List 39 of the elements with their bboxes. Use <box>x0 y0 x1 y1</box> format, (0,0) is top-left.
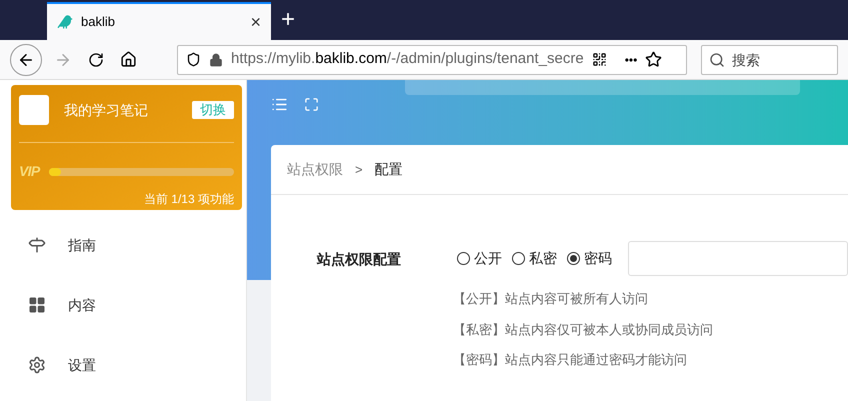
search-field[interactable]: 搜索 <box>701 44 838 74</box>
shield-icon <box>186 52 201 67</box>
breadcrumb-item: 配置 <box>374 160 403 179</box>
nav-item[interactable]: 内容 <box>11 275 242 335</box>
settings-icon <box>28 356 46 374</box>
fullscreen-icon[interactable] <box>304 96 319 112</box>
site-title: 我的学习笔记 <box>64 100 149 120</box>
nav-item[interactable]: 设置 <box>11 335 242 395</box>
reload-icon[interactable] <box>88 52 104 68</box>
more-button[interactable]: ••• <box>624 50 638 68</box>
form-label: 站点权限配置 <box>316 250 402 269</box>
logo-placeholder <box>19 95 49 125</box>
address-bar[interactable]: https://mylib.baklib.com/-/admin/plugins/tenant_secre ••• <box>177 44 687 74</box>
access-note: 【公开】站点内容可被所有人访问 <box>453 290 649 308</box>
nav-item[interactable]: 指南 <box>11 215 242 275</box>
home-icon[interactable] <box>120 51 137 68</box>
radio-option[interactable]: 私密 <box>512 248 557 269</box>
access-note: 【密码】站点内容只能通过密码才能访问 <box>453 351 688 369</box>
breadcrumb-item[interactable]: 站点权限 <box>287 159 343 180</box>
signpost-icon <box>28 236 46 254</box>
grid-icon <box>28 296 46 314</box>
access-note: 【私密】站点内容仅可被本人或协同成员访问 <box>453 320 714 338</box>
tab-title: baklib <box>81 13 116 32</box>
back-button[interactable] <box>10 44 42 76</box>
star-icon[interactable] <box>645 51 662 68</box>
bird-icon <box>57 14 73 30</box>
qr-code-icon[interactable] <box>592 52 607 67</box>
radio-option[interactable]: 公开 <box>457 248 502 269</box>
progress-text: 当前 1/13 项功能 <box>144 191 234 208</box>
breadcrumb-separator: > <box>355 160 363 179</box>
close-button[interactable]: × <box>250 13 261 31</box>
vip-label: VIP <box>19 162 40 181</box>
url-text: https://mylib.baklib.com/-/admin/plugins/tenant_secre <box>231 49 584 70</box>
radio-option[interactable]: 密码 <box>567 248 612 269</box>
password-field[interactable] <box>628 241 848 276</box>
browser-tab[interactable]: baklib × <box>47 2 271 40</box>
lock-icon <box>209 52 223 66</box>
search-icon <box>709 52 725 68</box>
new-tab-button[interactable]: + <box>281 8 296 32</box>
